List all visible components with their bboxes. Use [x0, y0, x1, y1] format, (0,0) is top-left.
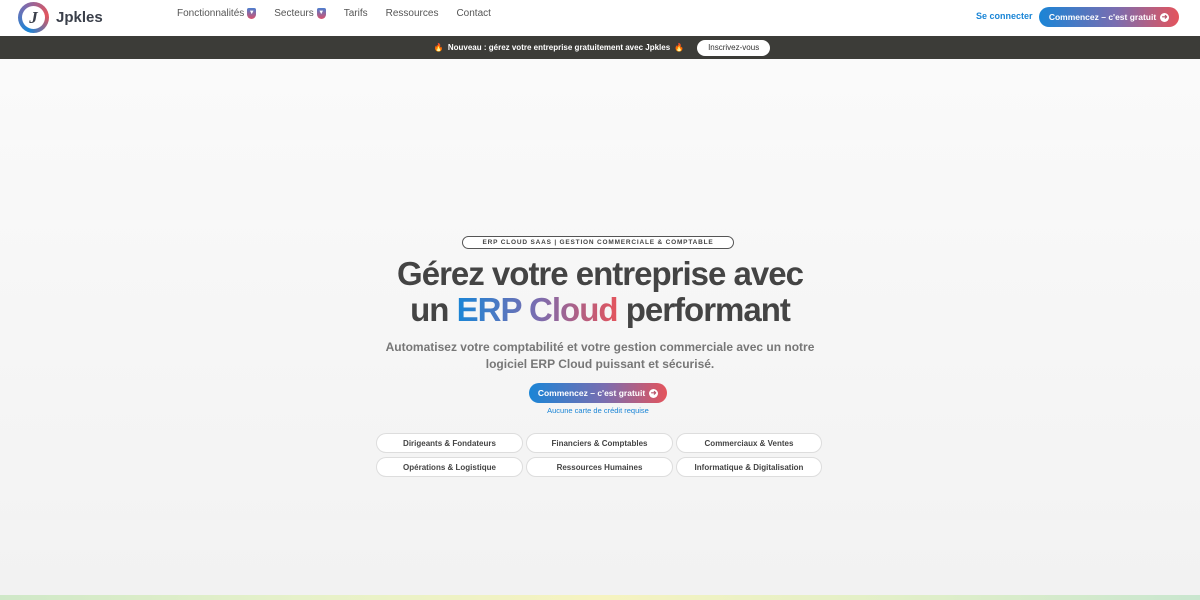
chevron-down-icon: ▼: [316, 7, 326, 19]
nav-item-contact[interactable]: Contact: [456, 7, 490, 19]
site-header: J Jpkles Fonctionnalités ▼ Secteurs ▼ Ta…: [0, 0, 1200, 36]
arrow-right-icon: ➜: [649, 388, 659, 398]
hero-title-end: performant: [625, 291, 791, 328]
hero-title-un: un: [410, 291, 449, 328]
logo-icon: J: [18, 2, 49, 33]
fire-icon: 🔥: [433, 43, 444, 52]
audience-chip-rh[interactable]: Ressources Humaines: [526, 457, 673, 477]
hero-title-line1: Gérez votre entreprise avec: [397, 255, 804, 292]
login-link[interactable]: Se connecter: [976, 11, 1033, 21]
nav-label: Contact: [456, 7, 491, 19]
announcement-bar: 🔥 Nouveau : gérez votre entreprise gratu…: [0, 36, 1200, 59]
hero-title-line2: un ERP Cloud performant: [300, 292, 900, 328]
hero-badge: ERP CLOUD SAAS | GESTION COMMERCIALE & C…: [462, 236, 734, 249]
header-signup-button[interactable]: Commencez – c'est gratuit ➜: [1039, 7, 1179, 27]
nav-label: Fonctionnalités: [177, 7, 245, 19]
audience-chip-dirigeants[interactable]: Dirigeants & Fondateurs: [376, 433, 523, 453]
nav-item-tarifs[interactable]: Tarifs: [344, 7, 368, 19]
hero-signup-button[interactable]: Commencez – c'est gratuit ➜: [529, 383, 667, 403]
logo-letter: J: [22, 6, 45, 29]
hero-signup-label: Commencez – c'est gratuit: [537, 388, 646, 398]
audience-chips: Dirigeants & Fondateurs Financiers & Com…: [376, 433, 822, 477]
fire-icon: 🔥: [674, 43, 685, 52]
next-section-edge: [0, 595, 1200, 600]
header-signup-label: Commencez – c'est gratuit: [1048, 12, 1157, 22]
nav-item-secteurs[interactable]: Secteurs ▼: [274, 7, 326, 19]
audience-chip-informatique[interactable]: Informatique & Digitalisation: [676, 457, 822, 477]
no-credit-card-note: Aucune carte de crédit requise: [547, 406, 649, 415]
hero-section: [0, 59, 1200, 600]
nav-label: Tarifs: [343, 7, 368, 19]
logo[interactable]: J Jpkles: [18, 2, 103, 33]
audience-chip-commerciaux[interactable]: Commerciaux & Ventes: [676, 433, 822, 453]
announcement-text: Nouveau : gérez votre entreprise gratuit…: [447, 43, 671, 52]
hero-subtitle: Automatisez votre comptabilité et votre …: [385, 340, 815, 371]
audience-chip-financiers[interactable]: Financiers & Comptables: [526, 433, 673, 453]
main-nav: Fonctionnalités ▼ Secteurs ▼ Tarifs Ress…: [177, 7, 509, 19]
nav-item-ressources[interactable]: Ressources: [386, 7, 439, 19]
nav-label: Secteurs: [274, 7, 314, 19]
hero-title-highlight: ERP Cloud: [456, 291, 619, 328]
hero-title: Gérez votre entreprise avec un ERP Cloud…: [300, 256, 900, 328]
announcement-message: 🔥 Nouveau : gérez votre entreprise gratu…: [430, 43, 688, 52]
arrow-right-icon: ➜: [1160, 12, 1170, 22]
nav-label: Ressources: [385, 7, 439, 19]
brand-name: Jpkles: [56, 9, 103, 26]
nav-item-fonctionnalites[interactable]: Fonctionnalités ▼: [177, 7, 257, 19]
chevron-down-icon: ▼: [247, 7, 257, 19]
audience-chip-operations[interactable]: Opérations & Logistique: [376, 457, 523, 477]
announcement-signup-button[interactable]: Inscrivez-vous: [697, 39, 771, 56]
